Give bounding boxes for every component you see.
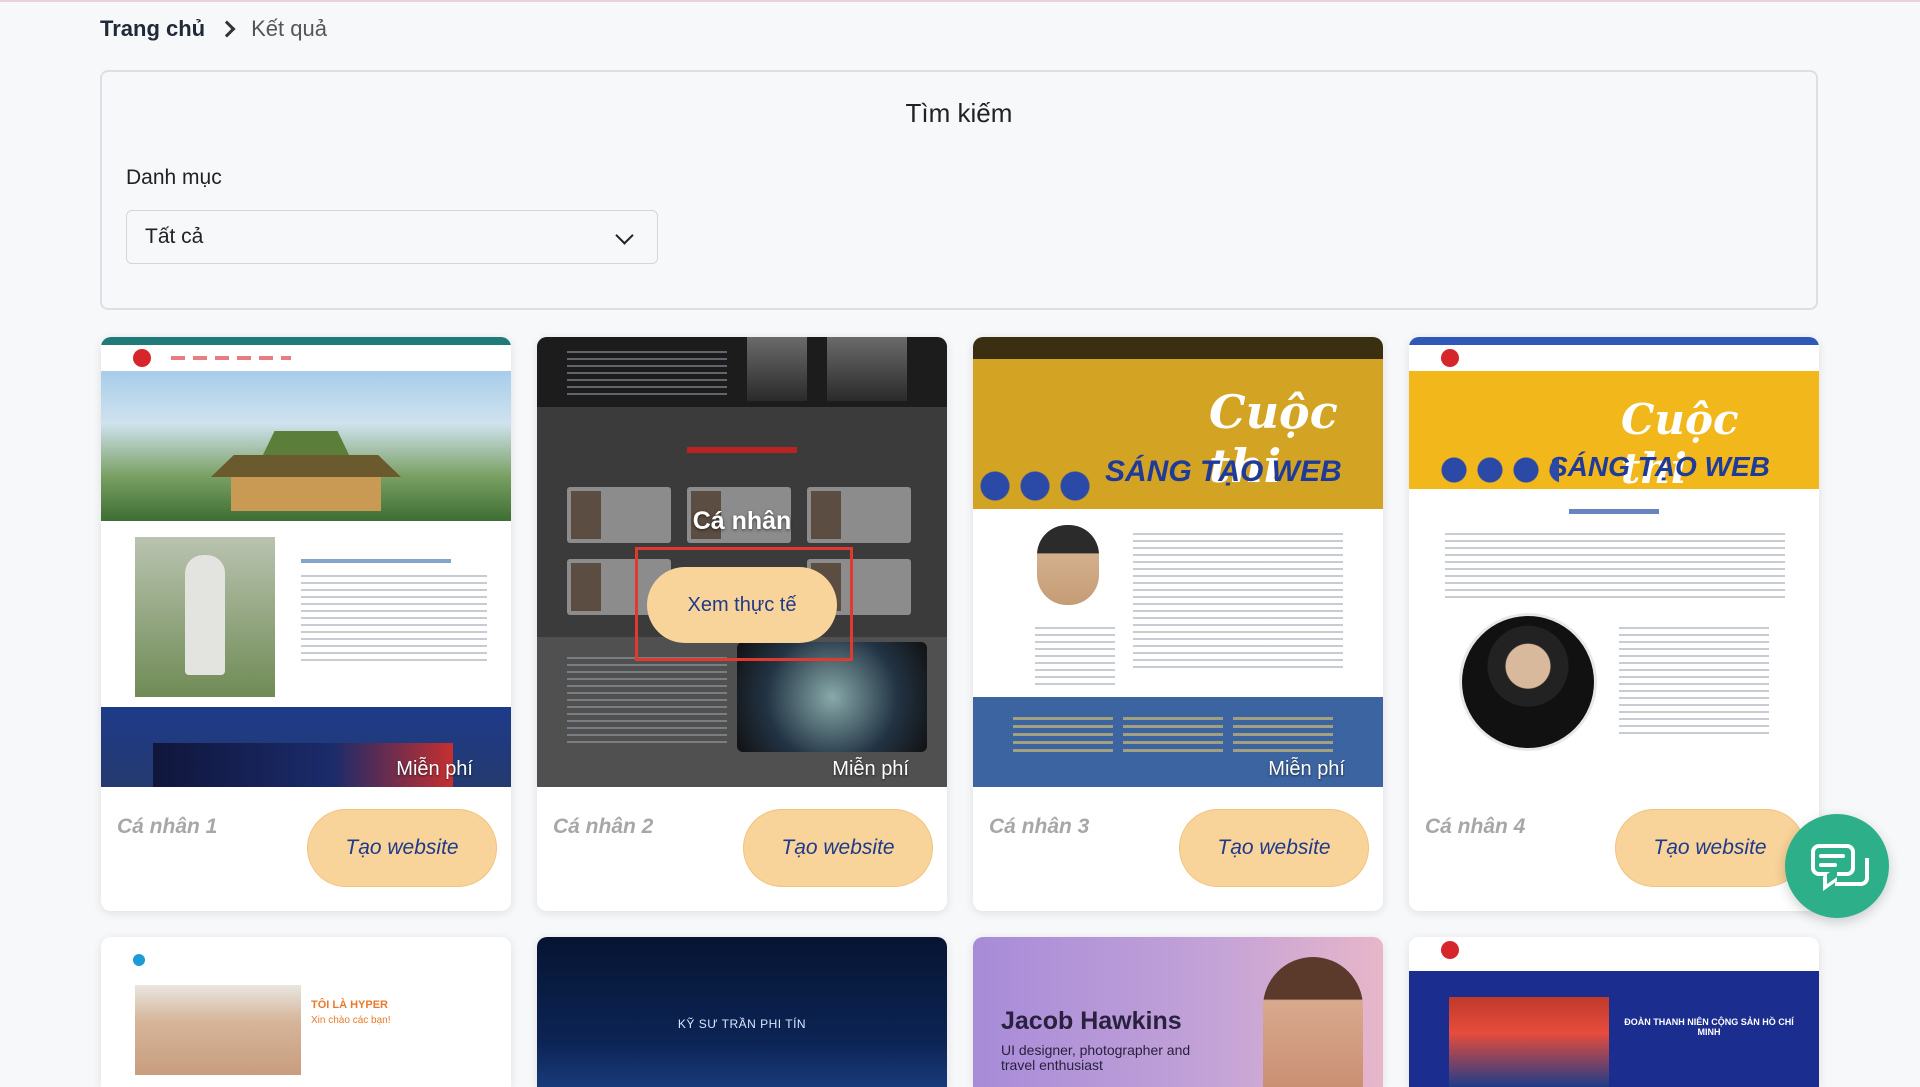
www-globes-icon <box>1439 455 1559 485</box>
mini-topbar <box>1409 337 1819 345</box>
mini-navbar <box>973 337 1383 359</box>
mini-navbar <box>101 345 511 371</box>
overlay-category: Cá nhân <box>692 507 792 535</box>
breadcrumb-current: Kết quả <box>251 16 327 41</box>
template-name: Cá nhân 4 <box>1425 815 1526 838</box>
template-card-7[interactable]: Jacob Hawkins UI designer, photographer … <box>973 937 1383 1087</box>
hero-photo <box>1449 997 1609 1087</box>
category-select-value: Tất cả <box>145 225 204 248</box>
highlight-box <box>635 547 853 661</box>
template-card-6[interactable]: KỸ SƯ TRẦN PHI TÍN <box>537 937 947 1087</box>
text-block <box>1445 533 1785 603</box>
text-block <box>567 657 727 747</box>
section-heading <box>1569 509 1659 514</box>
template-name: Cá nhân 1 <box>117 815 218 838</box>
chevron-right-icon <box>218 20 236 38</box>
template-card-1[interactable]: Miễn phí Cá nhân 1 Tạo website <box>101 337 511 911</box>
hero-title: KỸ SƯ TRẦN PHI TÍN <box>677 1017 807 1031</box>
mini-navbar <box>101 947 511 973</box>
hero-subtitle: SÁNG TẠO WEB <box>1105 455 1342 488</box>
price-label: Miễn phí <box>396 758 473 780</box>
create-website-button[interactable]: Tạo website <box>307 809 497 887</box>
hero-title: ĐOÀN THANH NIÊN CỘNG SẢN HỒ CHÍ MINH <box>1624 1017 1794 1037</box>
logo-icon <box>1441 349 1459 367</box>
www-globes-icon <box>979 469 1099 503</box>
profile-photo <box>1459 613 1597 751</box>
award-item <box>1233 717 1333 753</box>
portrait-image <box>827 337 907 401</box>
hero-subtitle: Xin chào các bạn! <box>311 1015 391 1026</box>
price-label: Miễn phí <box>1268 758 1345 780</box>
template-card-2[interactable]: Cá nhân Xem thực tế Miễn phí Cá nhân 2 T… <box>537 337 947 911</box>
section-heading <box>687 447 797 453</box>
template-card-8[interactable]: ĐOÀN THANH NIÊN CỘNG SẢN HỒ CHÍ MINH <box>1409 937 1819 1087</box>
logo-icon <box>133 954 145 966</box>
award-item <box>1123 717 1223 753</box>
hero-name: Jacob Hawkins <box>1001 1007 1182 1035</box>
mini-navbar <box>1409 937 1819 963</box>
text-block <box>301 575 487 665</box>
create-website-button[interactable]: Tạo website <box>1615 809 1805 887</box>
template-thumbnail[interactable]: Cuộc thi SÁNG TẠO WEB Miễn phí <box>1409 337 1819 787</box>
mini-nav-links <box>171 356 291 360</box>
breadcrumb: Trang chủ Kết quả <box>100 16 327 42</box>
template-name: Cá nhân 2 <box>553 815 654 838</box>
template-thumbnail[interactable]: Miễn phí <box>101 337 511 787</box>
category-select[interactable]: Tất cả <box>126 210 658 264</box>
hero-banner: Cuộc thi SÁNG TẠO WEB <box>973 359 1383 509</box>
search-title: Tìm kiếm <box>905 98 1013 128</box>
template-name: Cá nhân 3 <box>989 815 1090 838</box>
template-card-3[interactable]: Cuộc thi SÁNG TẠO WEB Miễn phí Cá nhân 3… <box>973 337 1383 911</box>
hero-image <box>101 371 511 521</box>
price-label: Miễn phí <box>1704 758 1781 780</box>
chevron-down-icon <box>615 226 634 245</box>
award-item <box>1013 717 1113 753</box>
portrait-image <box>1263 957 1363 1087</box>
text-block <box>1133 533 1343 673</box>
hero-description: UI designer, photographer and travel ent… <box>1001 1042 1191 1073</box>
create-website-button[interactable]: Tạo website <box>1179 809 1369 887</box>
avatar <box>1037 525 1099 605</box>
price-label: Miễn phí <box>832 758 909 780</box>
chat-button[interactable] <box>1785 814 1889 918</box>
contact-list <box>1035 627 1115 687</box>
template-card-4[interactable]: Cuộc thi SÁNG TẠO WEB Miễn phí Cá nhân 4… <box>1409 337 1819 911</box>
statue-image <box>135 537 275 697</box>
mini-topbar <box>101 337 511 345</box>
hero-subtitle: SÁNG TẠO WEB <box>1549 451 1770 482</box>
template-thumbnail[interactable]: Cuộc thi SÁNG TẠO WEB Miễn phí <box>973 337 1383 787</box>
section-heading <box>301 559 451 563</box>
logo-icon <box>1441 941 1459 959</box>
template-thumbnail[interactable]: Cá nhân Xem thực tế Miễn phí <box>537 337 947 787</box>
profile-photo <box>135 985 301 1075</box>
hero-banner: Cuộc thi SÁNG TẠO WEB <box>1409 371 1819 489</box>
create-website-button[interactable]: Tạo website <box>743 809 933 887</box>
search-panel: Tìm kiếm Danh mục Tất cả <box>100 70 1818 310</box>
mini-navbar <box>1409 345 1819 371</box>
logo-icon <box>133 349 151 367</box>
text-block <box>567 351 727 397</box>
hero-title: TÔI LÀ HYPER <box>311 999 389 1011</box>
portrait-image <box>747 337 807 401</box>
text-block <box>1619 627 1769 737</box>
temple-illustration <box>191 431 421 511</box>
category-label: Danh mục <box>126 166 222 189</box>
template-card-5[interactable]: TÔI LÀ HYPER Xin chào các bạn! <box>101 937 511 1087</box>
top-accent-line <box>0 0 1920 2</box>
breadcrumb-home-link[interactable]: Trang chủ <box>100 16 205 42</box>
